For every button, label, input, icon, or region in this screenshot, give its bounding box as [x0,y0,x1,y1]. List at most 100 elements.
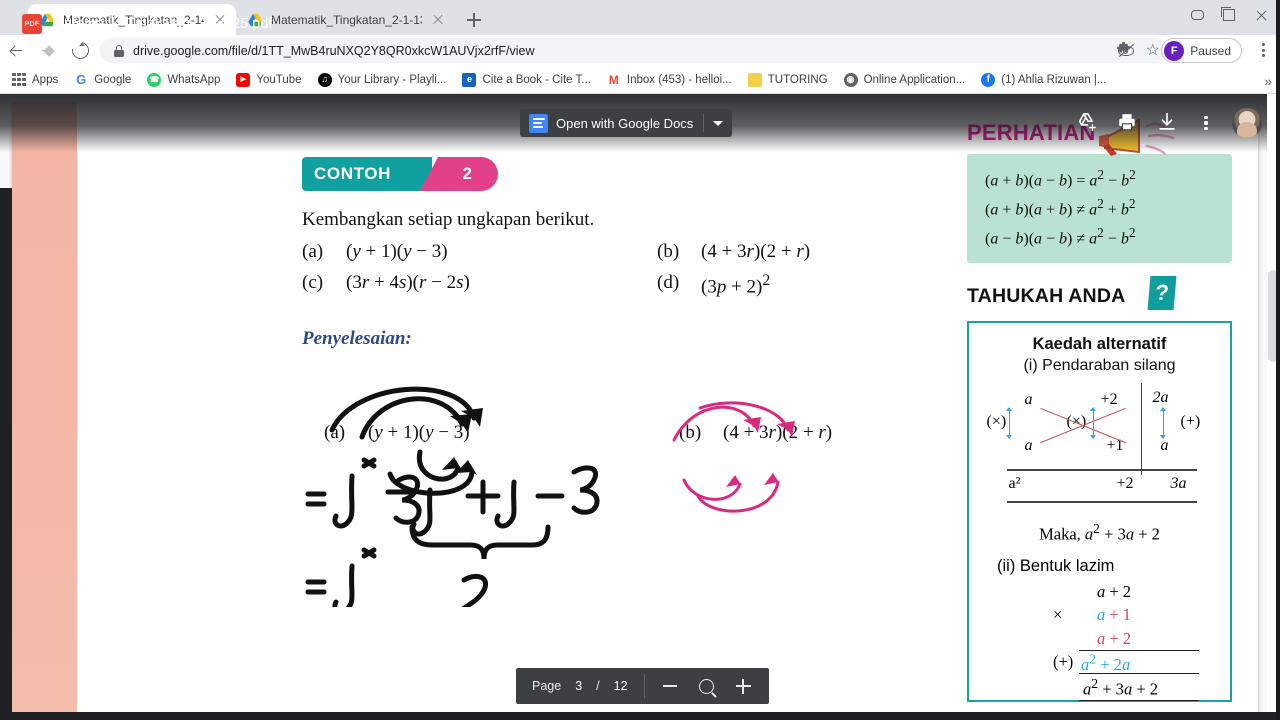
minimize-button[interactable] [1182,2,1212,28]
tahukah-header: TAHUKAH ANDA ? [967,276,1232,317]
question-mark-badge: ? [1147,276,1177,311]
question-expression: (4 + 3r)(2 + r) [701,241,811,262]
download-icon[interactable] [1156,111,1180,135]
bookmark-whatsapp[interactable]: ☎ WhatsApp [139,68,228,92]
bookmarks-bar: Apps G Google ☎ WhatsApp ▶ YouTube ♫ You… [0,66,1280,94]
worked-solution: (a) (y + 1)(y − 3) (b) (4 + 3r)(2 + r) [302,372,942,608]
page-content: CONTOH 2 Kembangkan setiap ungkapan beri… [302,157,942,608]
profile-chip[interactable]: F Paused [1161,38,1242,63]
perhatian-line-2: (a + b)(a + b) ≠ a2 + b2 [985,196,1136,219]
question-mark-glyph: ? [1154,280,1170,306]
viewer-left-gutter [0,188,12,720]
cross-left-op: (×) [986,413,1007,431]
tahukah-method-ii: (ii) Bentuk lazim [997,556,1115,575]
star-icon[interactable]: ☆ [1146,42,1160,59]
pdf-viewer: CONTOH 2 Kembangkan setiap ungkapan beri… [0,94,1280,720]
cross-col2-top: +2 [1100,391,1118,409]
bookmark-google[interactable]: G Google [66,68,139,92]
question-b: (b) (4 + 3r)(2 + r) [657,241,942,263]
question-expression: (3p + 2)2 [701,272,771,298]
cross-col3-bottom: a [1160,437,1169,455]
arrow-heads [442,408,483,476]
perhatian-line-1: (a + b)(a − b) = a2 − b2 [985,167,1136,190]
cross-col1-top: a [1024,391,1033,409]
more-options-icon[interactable] [1196,113,1216,133]
address-bar[interactable]: drive.google.com/file/d/1TT_MwB4ruNXQ2Y8… [100,38,1168,63]
new-tab-button[interactable] [461,7,487,33]
question-a: (a) (y + 1)(y − 3) [302,241,657,263]
lm-partial-2: a2 + 2a [1081,651,1131,675]
pdf-page: CONTOH 2 Kembangkan setiap ungkapan beri… [12,102,1258,720]
add-to-drive-icon[interactable] [1076,111,1100,135]
example-badge-label: CONTOH [314,164,391,183]
address-bar-url: drive.google.com/file/d/1TT_MwB4ruNXQ2Y8… [133,43,535,58]
folder-icon [747,72,762,87]
cross-col1-bottom: a [1024,437,1033,455]
vertical-arrow-3 [1159,407,1168,440]
handwritten-annotations [305,386,795,608]
total-pages: 12 [613,679,628,693]
profile-avatar: F [1164,40,1185,61]
open-with-dropdown-button[interactable] [704,120,732,126]
chrome-menu-button[interactable] [1254,41,1272,59]
exercise-prompt: Kembangkan setiap ungkapan berikut. [302,209,595,230]
bookmark-facebook[interactable]: f (1) Ahlia Rizuwan |... [973,68,1114,92]
window-controls [1182,0,1276,30]
open-with-label: Open with Google Docs [556,115,694,131]
back-button[interactable] [0,35,32,66]
bookmark-label: YouTube [256,73,302,86]
tahukah-title: TAHUKAH ANDA [967,285,1126,308]
pink-arrows [672,401,790,513]
example-badge-number: 2 [462,164,472,183]
close-window-button[interactable] [1246,2,1276,28]
puzzle-icon [1117,41,1130,53]
maka-result: Maka, a2 + 3a + 2 [1039,521,1160,544]
tab-close-icon[interactable] [430,12,446,28]
perhatian-box: (a + b)(a − b) = a2 − b2 (a + b)(a + b) … [967,154,1232,264]
cross-col3-op: (+) [1180,413,1201,431]
cross-result-col3: 3a [1170,475,1187,493]
bookmark-label: Online Application... [863,73,966,86]
vertical-arrow-1 [1005,407,1014,440]
open-with-google-docs-button[interactable]: Open with Google Docs [520,109,733,137]
google-docs-icon [529,113,548,133]
page-side-band [12,102,77,720]
tahukah-box-title: Kaedah alternatif [1032,335,1167,354]
lm-operand-2: a + 1 [1097,604,1132,624]
extensions-button[interactable] [1115,41,1132,63]
zoom-out-icon[interactable] [662,685,677,687]
whatsapp-icon: ☎ [147,72,162,87]
globe-icon: ◉ [843,72,858,87]
bookmark-online-application[interactable]: ◉ Online Application... [836,68,974,92]
current-page-input[interactable]: 3 [575,679,582,693]
example-badge-label-wrap: CONTOH [302,157,432,191]
print-icon[interactable] [1116,111,1140,135]
bookmark-spotify[interactable]: ♫ Your Library - Playli... [310,68,455,92]
page-label: Page [532,679,562,693]
bookmarks-overflow-button[interactable]: » [1264,73,1272,89]
google-icon: G [76,72,87,87]
bookmark-inbox[interactable]: M Inbox (453) - helloi... [599,68,740,92]
bookmark-apps[interactable]: Apps [0,68,66,92]
bookmark-tutoring[interactable]: TUTORING [740,68,836,92]
forward-button[interactable] [32,35,64,66]
maximize-button[interactable] [1214,2,1244,28]
cross-result-col1: a² [1008,475,1021,493]
reload-button[interactable] [64,35,96,66]
file-name: Matematik_Tingkatan_2-14-25.pdf [52,16,273,32]
magnifier-icon[interactable] [698,678,714,694]
bookmark-label: Inbox (453) - helloi... [626,73,732,86]
cross-result-col2: +2 [1116,475,1134,493]
bookmark-label: TUTORING [767,73,828,86]
tahukah-method-i: (i) Pendaraban silang [1023,357,1176,375]
chevron-down-icon [713,120,724,126]
zoom-in-icon[interactable] [735,678,751,694]
perhatian-line-3: (a − b)(a − b) ≠ a2 − b2 [985,225,1136,248]
forward-arrow-icon [40,43,56,59]
bookmark-cite-a-book[interactable]: e Cite a Book - Cite T... [454,68,598,92]
side-notes: PERHATIAN (a + b)(a − b) = a2 − b2 (a + … [967,118,1232,702]
long-multiplication: a + 2 × a + 1 a + 2 (+) a2 + 2a a2 + 3a … [979,582,1220,702]
tahukah-box: Kaedah alternatif (i) Pendaraban silang … [967,321,1232,702]
bookmark-youtube[interactable]: ▶ YouTube [228,68,309,92]
account-avatar[interactable] [1232,108,1262,138]
